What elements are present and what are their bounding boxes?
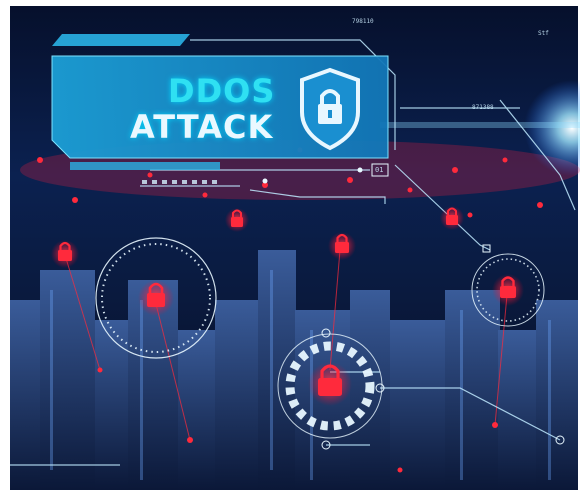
panel-bottom-bar <box>70 162 220 170</box>
shield-lock-icon <box>300 67 360 151</box>
ddos-attack-illustration <box>0 0 580 494</box>
frame-bottom <box>0 490 580 494</box>
frame-left <box>0 0 10 494</box>
frame-top <box>0 0 580 6</box>
panel-top-bar <box>52 34 190 46</box>
flare-streak <box>380 122 580 128</box>
